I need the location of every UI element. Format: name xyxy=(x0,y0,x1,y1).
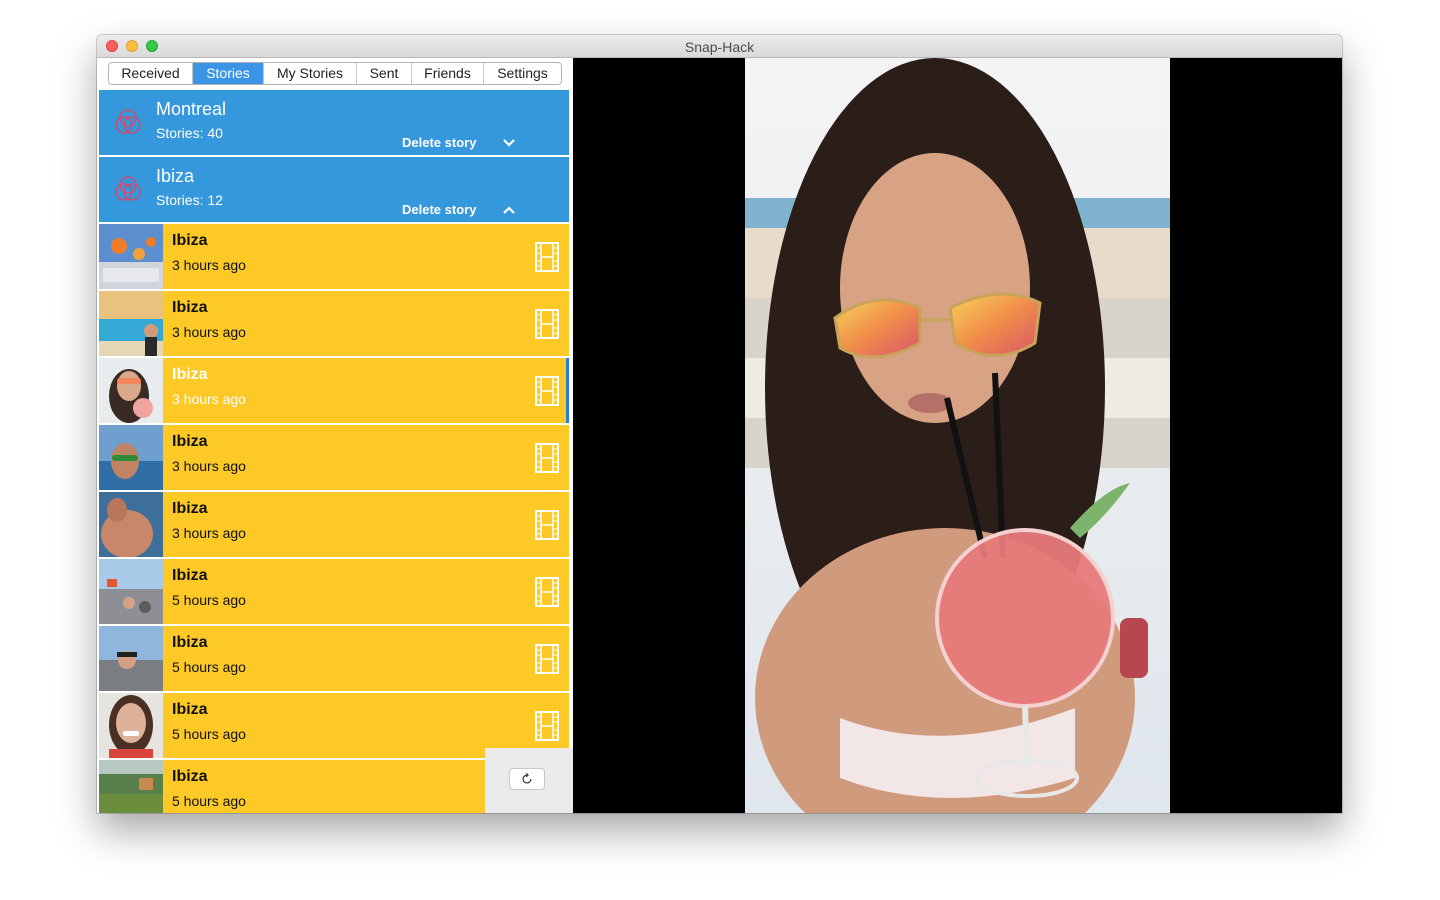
film-strip-icon xyxy=(535,242,559,272)
story-item-name: Ibiza xyxy=(172,433,208,450)
tab-settings[interactable]: Settings xyxy=(484,63,561,84)
stories-sidebar: Received Stories My Stories Sent Friends… xyxy=(97,58,573,813)
window-title: Snap-Hack xyxy=(684,39,755,55)
story-thumbnail xyxy=(99,425,163,490)
story-item[interactable]: Ibiza 3 hours ago xyxy=(99,492,569,557)
story-item[interactable]: Ibiza 5 hours ago xyxy=(99,626,569,691)
story-thumbnail xyxy=(99,559,163,624)
story-item-time: 5 hours ago xyxy=(172,726,246,742)
tab-friends[interactable]: Friends xyxy=(412,63,484,84)
story-thumbnail xyxy=(99,693,163,758)
delete-story-button[interactable]: Delete story xyxy=(402,202,476,217)
tab-sent[interactable]: Sent xyxy=(357,63,412,84)
story-group-count: Stories: 12 xyxy=(156,192,223,208)
story-viewer[interactable] xyxy=(573,58,1342,813)
story-group-name: Montreal xyxy=(156,99,227,119)
story-item[interactable]: Ibiza 3 hours ago xyxy=(99,291,569,356)
delete-story-button[interactable]: Delete story xyxy=(402,135,476,150)
story-thumbnail xyxy=(99,358,163,423)
story-item[interactable]: Ibiza 3 hours ago xyxy=(99,425,569,490)
chevron-up-icon[interactable] xyxy=(502,204,516,216)
tab-stories[interactable]: Stories xyxy=(193,63,264,84)
story-item-time: 5 hours ago xyxy=(172,793,246,809)
story-item-name: Ibiza xyxy=(172,567,208,584)
story-item-time: 3 hours ago xyxy=(172,257,246,273)
app-window: Snap-Hack Received Stories My Stories Se… xyxy=(97,35,1342,813)
tab-bar: Received Stories My Stories Sent Friends… xyxy=(108,62,562,85)
story-item-name: Ibiza xyxy=(172,500,208,517)
film-strip-icon xyxy=(535,376,559,406)
film-strip-icon xyxy=(535,644,559,674)
story-item-name: Ibiza xyxy=(172,299,208,316)
story-group-name: Ibiza xyxy=(156,166,195,186)
story-item[interactable]: Ibiza 3 hours ago xyxy=(99,224,569,289)
film-strip-icon xyxy=(535,309,559,339)
refresh-icon xyxy=(522,772,532,784)
story-thumbnail xyxy=(99,492,163,557)
film-strip-icon xyxy=(535,711,559,741)
story-item-name: Ibiza xyxy=(172,232,208,249)
title-bar: Snap-Hack xyxy=(97,35,1342,58)
refresh-button[interactable] xyxy=(509,768,545,790)
film-strip-icon xyxy=(535,577,559,607)
story-item-time: 3 hours ago xyxy=(172,458,246,474)
snapchat-ghost-icon xyxy=(115,109,141,134)
story-item-selected[interactable]: Ibiza 3 hours ago xyxy=(99,358,569,423)
refresh-panel xyxy=(485,748,573,813)
story-item-time: 3 hours ago xyxy=(172,525,246,541)
film-strip-icon xyxy=(535,443,559,473)
story-item-name: Ibiza xyxy=(172,634,208,651)
story-item[interactable]: Ibiza 5 hours ago xyxy=(99,559,569,624)
tab-my-stories[interactable]: My Stories xyxy=(264,63,357,84)
story-group-ibiza[interactable]: Ibiza Stories: 12 Delete story xyxy=(99,157,569,222)
story-thumbnail xyxy=(99,626,163,691)
film-strip-icon xyxy=(535,510,559,540)
story-item-name: Ibiza xyxy=(172,701,208,718)
tab-received[interactable]: Received xyxy=(109,63,193,84)
story-thumbnail xyxy=(99,291,163,356)
story-group-count: Stories: 40 xyxy=(156,125,223,141)
story-item-name: Ibiza xyxy=(172,366,208,383)
snapchat-ghost-icon xyxy=(115,176,141,201)
story-item-time: 3 hours ago xyxy=(172,391,246,407)
story-thumbnail xyxy=(99,224,163,289)
story-item-name: Ibiza xyxy=(172,768,208,785)
story-photo xyxy=(745,58,1170,813)
chevron-down-icon[interactable] xyxy=(502,137,516,149)
story-item-time: 3 hours ago xyxy=(172,324,246,340)
story-thumbnail xyxy=(99,760,163,813)
story-group-montreal[interactable]: Montreal Stories: 40 Delete story xyxy=(99,90,569,155)
story-item-time: 5 hours ago xyxy=(172,659,246,675)
story-item-time: 5 hours ago xyxy=(172,592,246,608)
